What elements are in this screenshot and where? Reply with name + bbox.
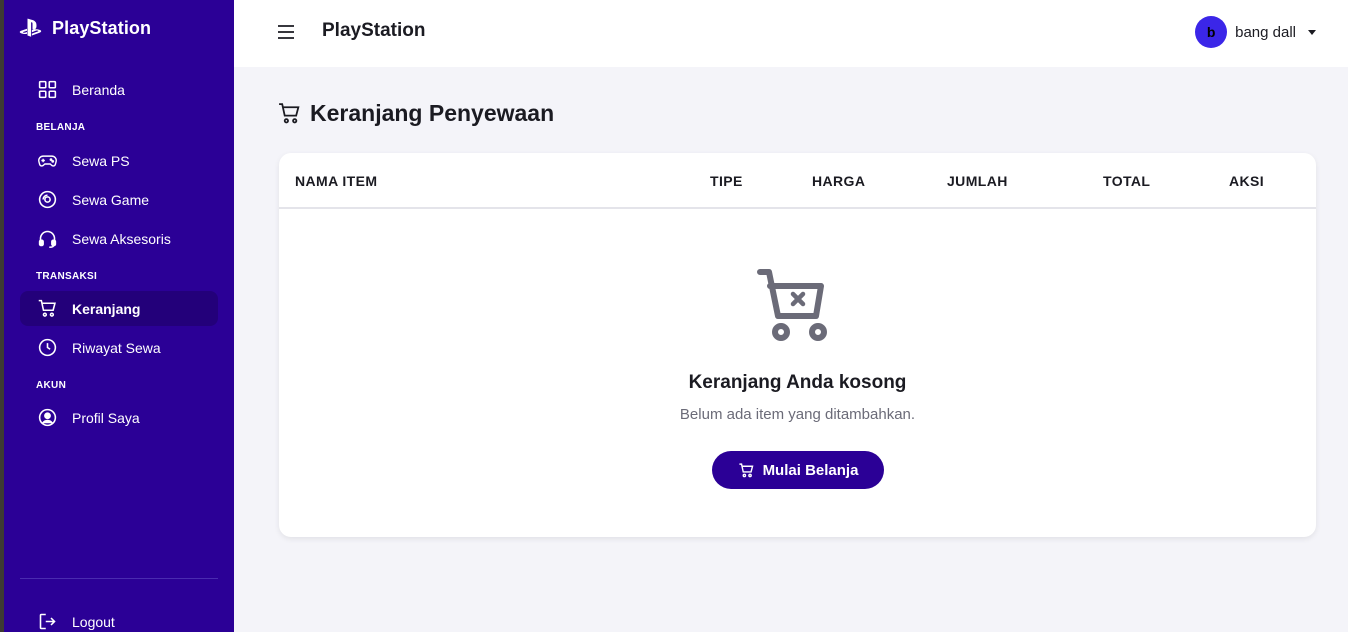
section-label-transaksi: TRANSAKSI: [36, 271, 98, 282]
user-circle-icon: [37, 407, 58, 428]
column-header-tipe: TIPE: [710, 173, 743, 189]
column-header-nama-item: NAMA ITEM: [295, 173, 378, 189]
cart-table-card: NAMA ITEM TIPE HARGA JUMLAH TOTAL AKSI K…: [279, 153, 1316, 537]
username: bang dall: [1235, 23, 1296, 41]
start-shopping-label: Mulai Belanja: [762, 461, 859, 479]
brand-name: PlayStation: [52, 17, 152, 38]
logout-label: Logout: [72, 613, 115, 630]
sidebar-item-label: Riwayat Sewa: [72, 339, 161, 356]
disc-icon: [37, 189, 58, 210]
cart-icon: [277, 101, 302, 126]
start-shopping-button[interactable]: Mulai Belanja: [712, 451, 884, 489]
sidebar-item-profil-saya[interactable]: Profil Saya: [20, 400, 218, 435]
playstation-logo-icon: [18, 16, 42, 40]
section-label-akun: AKUN: [36, 380, 67, 391]
menu-toggle-button[interactable]: [276, 22, 296, 42]
sidebar-item-sewa-aksesoris[interactable]: Sewa Aksesoris: [20, 221, 218, 256]
sidebar-item-label: Sewa Game: [72, 191, 150, 208]
column-header-aksi: AKSI: [1229, 173, 1265, 189]
gamepad-icon: [37, 150, 58, 171]
caret-down-icon: [1308, 29, 1316, 35]
sidebar-item-sewa-ps[interactable]: Sewa PS: [20, 143, 218, 178]
sidebar-item-label: Sewa PS: [72, 152, 130, 169]
sidebar-item-riwayat-sewa[interactable]: Riwayat Sewa: [20, 330, 218, 365]
page-title: Keranjang Penyewaan: [310, 100, 555, 126]
headset-icon: [37, 228, 58, 249]
grid-icon: [37, 79, 58, 100]
column-header-total: TOTAL: [1103, 173, 1151, 189]
page-heading: Keranjang Penyewaan: [277, 100, 554, 127]
user-menu[interactable]: b bang dall: [1195, 16, 1316, 48]
sidebar-item-sewa-game[interactable]: Sewa Game: [20, 182, 218, 217]
avatar: b: [1195, 16, 1228, 48]
cart-icon: [37, 298, 58, 319]
sidebar-item-beranda[interactable]: Beranda: [20, 72, 218, 107]
column-header-harga: HARGA: [812, 173, 866, 189]
section-label-belanja: BELANJA: [36, 122, 86, 133]
brand[interactable]: PlayStation: [18, 16, 151, 40]
sidebar-item-label: Profil Saya: [72, 409, 140, 426]
topbar: PlayStation b bang dall: [234, 0, 1348, 67]
empty-cart-icon: [757, 268, 837, 348]
topbar-title: PlayStation: [322, 20, 426, 41]
hamburger-icon: [278, 25, 294, 39]
logout-button[interactable]: Logout: [20, 604, 218, 632]
sidebar-item-label: Beranda: [72, 81, 125, 98]
column-header-jumlah: JUMLAH: [947, 173, 1008, 189]
logout-icon: [37, 611, 58, 632]
empty-state-subtitle: Belum ada item yang ditambahkan.: [679, 406, 916, 423]
clock-icon: [37, 337, 58, 358]
sidebar-item-label: Sewa Aksesoris: [72, 230, 171, 247]
sidebar: PlayStation Beranda BELANJA Sewa PS Sewa…: [0, 0, 234, 632]
table-header: NAMA ITEM TIPE HARGA JUMLAH TOTAL AKSI: [279, 153, 1316, 209]
sidebar-divider: [20, 578, 218, 579]
sidebar-item-keranjang[interactable]: Keranjang: [20, 291, 218, 326]
empty-state-title: Keranjang Anda kosong: [688, 372, 907, 393]
cart-icon: [738, 462, 754, 477]
sidebar-item-label: Keranjang: [72, 300, 141, 317]
